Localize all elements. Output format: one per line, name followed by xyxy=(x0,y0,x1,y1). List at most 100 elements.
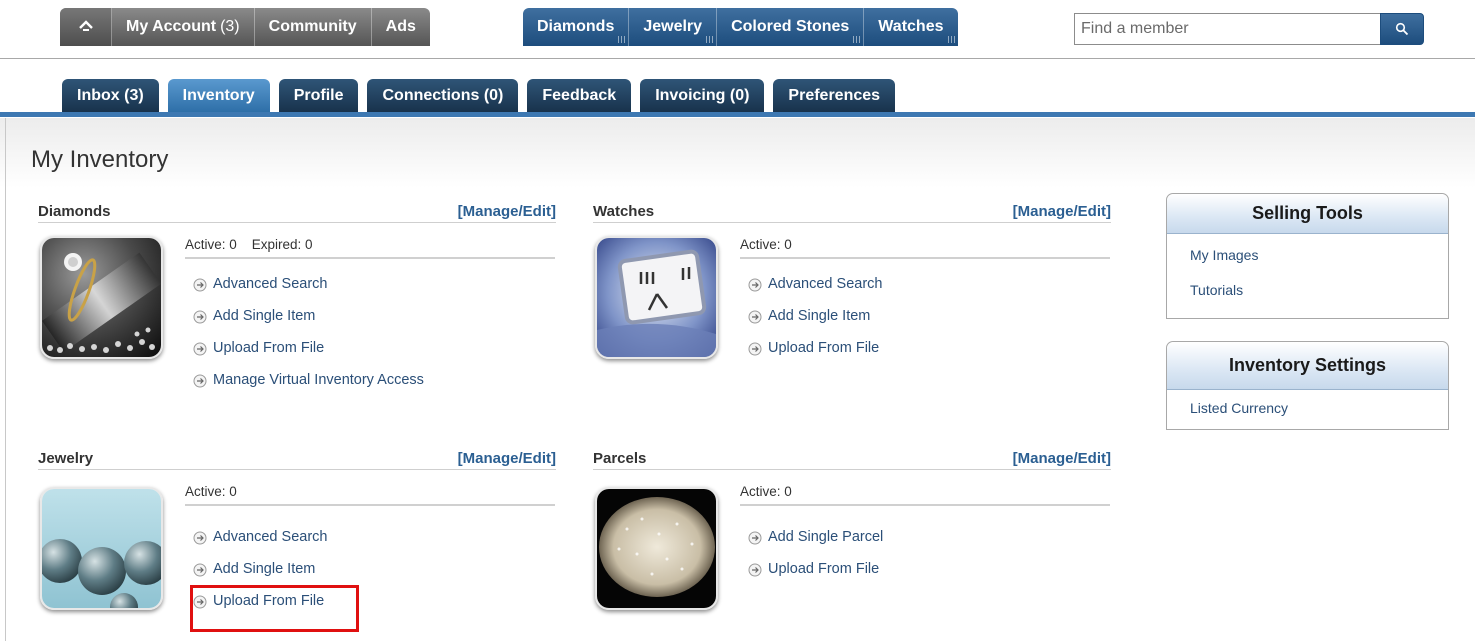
section-header: Jewelry [Manage/Edit] xyxy=(38,450,556,470)
circle-arrow-icon xyxy=(748,278,762,292)
advanced-search-link[interactable]: Advanced Search xyxy=(193,276,424,308)
jewelry-status: Active: 0 xyxy=(185,484,555,506)
panel-title: Inventory Settings xyxy=(1167,342,1448,390)
tab-my-account-count: (3) xyxy=(220,18,240,35)
tab-community[interactable]: Community xyxy=(255,8,372,46)
advanced-search-link[interactable]: Advanced Search xyxy=(193,529,327,561)
tab-jewelry-label: Jewelry xyxy=(643,18,703,35)
tab-jewelry[interactable]: Jewelry xyxy=(629,8,718,46)
upload-from-file-link[interactable]: Upload From File xyxy=(748,340,882,372)
upload-from-file-link[interactable]: Upload From File xyxy=(193,340,424,372)
circle-arrow-icon xyxy=(193,310,207,324)
tab-preferences[interactable]: Preferences xyxy=(773,79,896,112)
search-button[interactable] xyxy=(1380,13,1424,45)
watches-links: Advanced Search Add Single Item Upload F… xyxy=(748,276,882,372)
tab-diamonds[interactable]: Diamonds xyxy=(523,8,630,46)
diamond-ring-image xyxy=(40,236,163,359)
tab-my-account[interactable]: My Account (3) xyxy=(112,8,255,46)
add-single-item-link[interactable]: Add Single Item xyxy=(748,308,882,340)
watches-section: Watches [Manage/Edit] Active: 0 Advanced… xyxy=(593,203,1111,403)
grip-icon xyxy=(853,36,861,43)
section-header: Parcels [Manage/Edit] xyxy=(593,450,1111,470)
selling-tools-panel: Selling Tools My Images Tutorials xyxy=(1166,193,1449,319)
section-title: Parcels xyxy=(593,450,647,467)
tab-feedback[interactable]: Feedback xyxy=(527,79,632,112)
manage-edit-link[interactable]: [Manage/Edit] xyxy=(458,450,556,467)
add-single-item-link[interactable]: Add Single Item xyxy=(193,308,424,340)
inventory-settings-panel: Inventory Settings Listed Currency xyxy=(1166,341,1449,430)
tab-colored-stones-label: Colored Stones xyxy=(731,18,850,35)
diamonds-links: Advanced Search Add Single Item Upload F… xyxy=(193,276,424,404)
search-icon xyxy=(1395,22,1409,36)
jewelry-section: Jewelry [Manage/Edit] Active: 0 Advanced… xyxy=(38,450,556,641)
diamonds-status: Active: 0 Expired: 0 xyxy=(185,237,555,259)
account-tab-group: My Account (3) Community Ads xyxy=(60,8,430,46)
link-label: Upload From File xyxy=(213,340,325,356)
tab-ads[interactable]: Ads xyxy=(372,8,430,46)
circle-arrow-icon xyxy=(193,342,207,356)
my-images-link[interactable]: My Images xyxy=(1190,238,1448,273)
advanced-search-link[interactable]: Advanced Search xyxy=(748,276,882,308)
top-navigation: My Account (3) Community Ads Diamonds Je… xyxy=(0,0,1475,58)
tab-invoicing[interactable]: Invoicing (0) xyxy=(640,79,765,112)
watch-image xyxy=(595,236,718,359)
tutorials-link[interactable]: Tutorials xyxy=(1190,273,1448,308)
home-icon xyxy=(78,20,93,31)
listed-currency-link[interactable]: Listed Currency xyxy=(1190,391,1448,426)
section-title: Jewelry xyxy=(38,450,94,467)
link-label: Add Single Item xyxy=(213,561,316,577)
link-label: Add Single Item xyxy=(213,308,316,324)
subnav-tabs: Inbox (3) Inventory Profile Connections … xyxy=(62,79,896,112)
manage-edit-link[interactable]: [Manage/Edit] xyxy=(1013,203,1111,220)
link-label: Advanced Search xyxy=(213,276,328,292)
link-label: Add Single Item xyxy=(768,308,871,324)
link-label: Advanced Search xyxy=(213,529,328,545)
tab-inbox[interactable]: Inbox (3) xyxy=(62,79,159,112)
jewelry-links: Advanced Search Add Single Item Upload F… xyxy=(193,529,327,625)
home-tab[interactable] xyxy=(60,8,112,46)
add-single-item-link[interactable]: Add Single Item xyxy=(193,561,327,593)
tab-watches[interactable]: Watches xyxy=(864,8,957,46)
panel-title: Selling Tools xyxy=(1167,194,1448,234)
circle-arrow-icon xyxy=(193,278,207,292)
circle-arrow-icon xyxy=(748,531,762,545)
grip-icon xyxy=(706,36,714,43)
link-label: Manage Virtual Inventory Access xyxy=(213,372,424,388)
link-label: Upload From File xyxy=(213,593,325,609)
diamonds-section: Diamonds [Manage/Edit] Active: 0 Expired… xyxy=(38,203,556,403)
section-title: Watches xyxy=(593,203,655,220)
manage-edit-link[interactable]: [Manage/Edit] xyxy=(1013,450,1111,467)
link-label: Upload From File xyxy=(768,561,880,577)
link-label: Upload From File xyxy=(768,340,880,356)
circle-arrow-icon xyxy=(748,563,762,577)
search-input[interactable] xyxy=(1074,13,1380,45)
link-label: Add Single Parcel xyxy=(768,529,884,545)
tab-inventory[interactable]: Inventory xyxy=(167,79,270,112)
upload-from-file-link[interactable]: Upload From File xyxy=(748,561,883,593)
tab-profile[interactable]: Profile xyxy=(278,79,359,112)
link-label: Advanced Search xyxy=(768,276,883,292)
grip-icon xyxy=(618,36,626,43)
pearls-image xyxy=(40,487,163,610)
tab-diamonds-label: Diamonds xyxy=(537,18,615,35)
tab-colored-stones[interactable]: Colored Stones xyxy=(717,8,865,46)
tab-connections[interactable]: Connections (0) xyxy=(367,79,519,112)
member-search xyxy=(1074,13,1424,45)
manage-edit-link[interactable]: [Manage/Edit] xyxy=(458,203,556,220)
circle-arrow-icon xyxy=(748,310,762,324)
marketplace-tab-group: Diamonds Jewelry Colored Stones Watches xyxy=(523,8,958,46)
parcels-section: Parcels [Manage/Edit] Active: 0 Add Sing… xyxy=(593,450,1111,641)
watches-status: Active: 0 xyxy=(740,237,1110,259)
circle-arrow-icon xyxy=(193,531,207,545)
add-single-parcel-link[interactable]: Add Single Parcel xyxy=(748,529,883,561)
page-title: My Inventory xyxy=(31,146,169,173)
manage-virtual-inventory-link[interactable]: Manage Virtual Inventory Access xyxy=(193,372,424,404)
circle-arrow-icon xyxy=(748,342,762,356)
upload-from-file-link[interactable]: Upload From File xyxy=(193,593,327,625)
tab-watches-label: Watches xyxy=(878,18,944,35)
parcels-status: Active: 0 xyxy=(740,484,1110,506)
section-header: Diamonds [Manage/Edit] xyxy=(38,203,556,223)
section-header: Watches [Manage/Edit] xyxy=(593,203,1111,223)
tab-my-account-label: My Account xyxy=(126,18,217,35)
circle-arrow-icon xyxy=(193,595,207,609)
